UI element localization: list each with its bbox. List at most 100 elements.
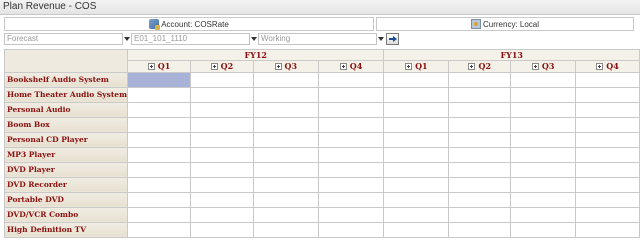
data-cell[interactable] [383,161,450,178]
data-cell[interactable] [510,146,577,163]
data-cell[interactable] [127,101,191,118]
data-cell[interactable] [383,221,450,238]
data-cell[interactable] [448,101,512,118]
data-cell[interactable] [510,131,577,148]
version-select[interactable]: Working [258,33,384,45]
data-cell[interactable] [252,206,319,223]
chevron-down-icon[interactable] [378,37,384,41]
expand-plus-icon[interactable] [596,62,604,70]
data-cell[interactable] [448,161,512,178]
quarter-header[interactable]: Q1 [127,60,191,73]
data-cell[interactable] [252,221,319,238]
data-cell[interactable] [510,176,577,193]
currency-pov[interactable]: Currency: Local [376,17,634,31]
data-cell[interactable] [317,146,385,163]
data-cell[interactable] [575,221,640,238]
data-cell[interactable] [252,71,319,88]
data-cell[interactable] [189,131,254,148]
data-cell[interactable] [575,191,640,208]
data-cell[interactable] [127,191,191,208]
data-cell[interactable] [510,101,577,118]
expand-plus-icon[interactable] [339,62,347,70]
data-cell[interactable] [189,116,254,133]
data-cell[interactable] [317,101,385,118]
data-cell[interactable] [575,116,640,133]
data-cell[interactable] [127,221,191,238]
data-cell[interactable] [575,86,640,103]
expand-plus-icon[interactable] [147,62,155,70]
data-cell[interactable] [448,206,512,223]
data-cell[interactable] [575,206,640,223]
data-cell[interactable] [575,101,640,118]
data-cell[interactable] [448,191,512,208]
account-pov[interactable]: Account: COSRate [4,17,374,31]
data-cell[interactable] [575,131,640,148]
data-cell[interactable] [189,101,254,118]
data-cell[interactable] [510,71,577,88]
quarter-header[interactable]: Q2 [189,60,254,73]
data-cell[interactable] [575,71,640,88]
data-cell[interactable] [510,206,577,223]
data-cell[interactable] [448,146,512,163]
data-cell[interactable] [317,176,385,193]
data-cell[interactable] [383,116,450,133]
data-cell[interactable] [252,131,319,148]
data-cell[interactable] [127,71,191,88]
data-cell[interactable] [317,221,385,238]
data-cell[interactable] [510,191,577,208]
expand-plus-icon[interactable] [405,62,413,70]
data-cell[interactable] [448,221,512,238]
data-cell[interactable] [127,86,191,103]
quarter-header[interactable]: Q1 [383,60,450,73]
chevron-down-icon[interactable] [124,37,130,41]
data-cell[interactable] [575,146,640,163]
data-cell[interactable] [317,206,385,223]
data-cell[interactable] [127,116,191,133]
data-cell[interactable] [448,131,512,148]
quarter-header[interactable]: Q3 [510,60,577,73]
data-cell[interactable] [189,191,254,208]
data-cell[interactable] [510,221,577,238]
data-cell[interactable] [252,146,319,163]
data-cell[interactable] [510,161,577,178]
entity-select[interactable]: E01_101_1110 [131,33,257,45]
data-cell[interactable] [189,176,254,193]
quarter-header[interactable]: Q2 [448,60,512,73]
data-cell[interactable] [317,86,385,103]
data-cell[interactable] [252,161,319,178]
data-cell[interactable] [189,161,254,178]
data-cell[interactable] [448,176,512,193]
data-cell[interactable] [575,161,640,178]
data-cell[interactable] [575,176,640,193]
data-cell[interactable] [510,116,577,133]
data-cell[interactable] [189,86,254,103]
quarter-header[interactable]: Q4 [317,60,385,73]
data-cell[interactable] [383,71,450,88]
data-cell[interactable] [189,206,254,223]
quarter-header[interactable]: Q3 [252,60,319,73]
data-cell[interactable] [317,71,385,88]
data-cell[interactable] [127,176,191,193]
data-cell[interactable] [189,146,254,163]
chevron-down-icon[interactable] [251,37,257,41]
data-cell[interactable] [317,131,385,148]
data-cell[interactable] [252,86,319,103]
data-cell[interactable] [252,116,319,133]
go-arrow-button[interactable] [386,33,399,45]
data-cell[interactable] [510,86,577,103]
data-cell[interactable] [383,206,450,223]
data-cell[interactable] [317,191,385,208]
expand-plus-icon[interactable] [531,62,539,70]
data-cell[interactable] [127,146,191,163]
data-cell[interactable] [383,146,450,163]
data-cell[interactable] [317,116,385,133]
data-cell[interactable] [189,221,254,238]
expand-plus-icon[interactable] [210,62,218,70]
scenario-select[interactable]: Forecast [4,33,130,45]
data-cell[interactable] [383,176,450,193]
data-cell[interactable] [252,191,319,208]
data-cell[interactable] [448,116,512,133]
expand-plus-icon[interactable] [468,62,476,70]
data-cell[interactable] [127,161,191,178]
data-cell[interactable] [448,86,512,103]
